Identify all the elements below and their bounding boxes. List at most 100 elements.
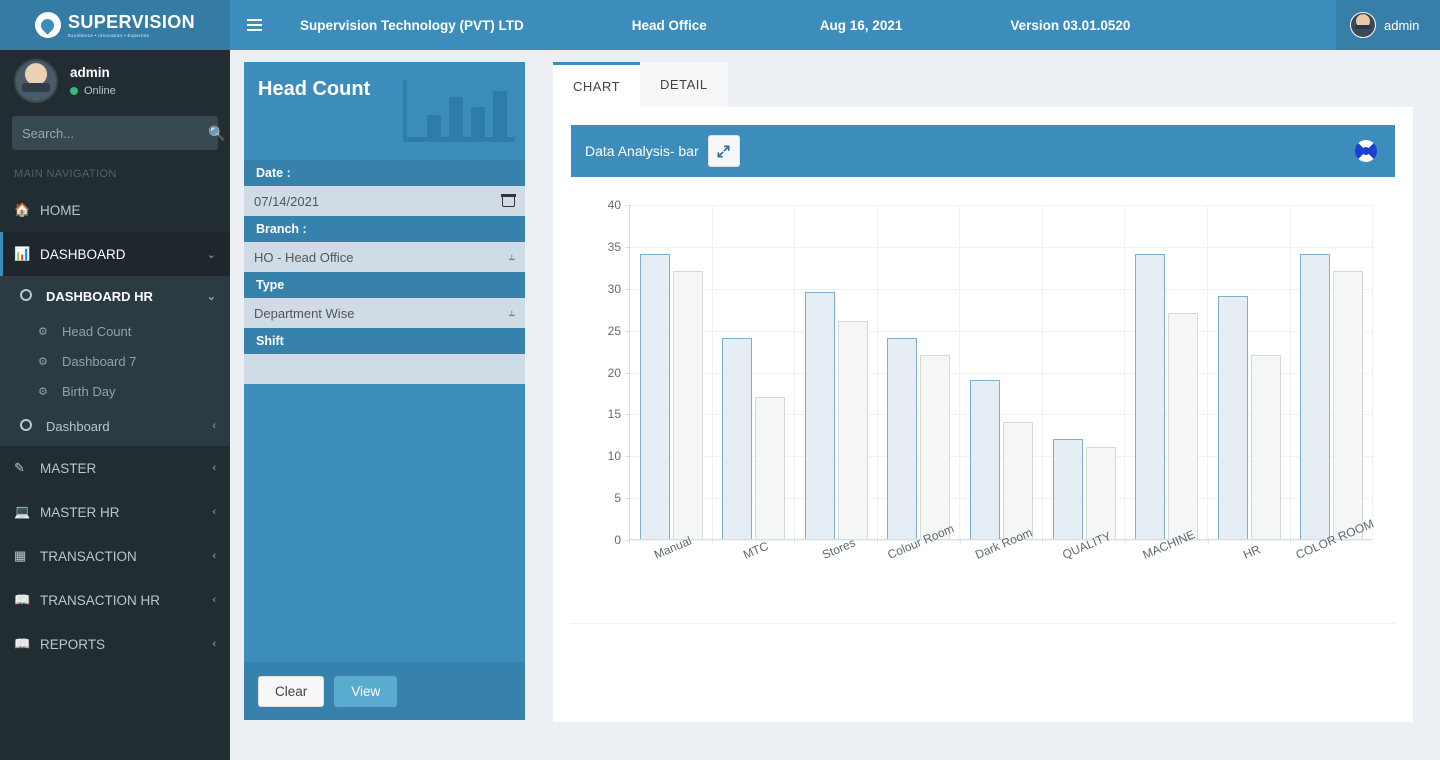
bar[interactable] <box>805 292 835 539</box>
x-tick-mark <box>960 538 961 543</box>
circle-icon <box>20 289 46 304</box>
sidebar-item-transaction-hr[interactable]: 📖 TRANSACTION HR ‹ <box>0 578 230 622</box>
x-tick-mark <box>712 538 713 543</box>
sidebar-item-dashboard-hr[interactable]: DASHBOARD HR ⌄ <box>0 276 230 316</box>
sidebar-item-transaction[interactable]: ▦ TRANSACTION ‹ <box>0 534 230 578</box>
header-branch: Head Office <box>632 18 707 33</box>
bar[interactable] <box>673 271 703 539</box>
book-icon: 📖 <box>14 592 40 608</box>
chevron-left-icon: ‹ <box>212 506 216 518</box>
shift-field[interactable] <box>244 354 525 384</box>
date-input[interactable] <box>254 194 515 209</box>
laptop-icon: 💻 <box>14 504 40 520</box>
bar[interactable] <box>1053 439 1083 540</box>
chevron-left-icon: ‹ <box>212 420 216 432</box>
sidebar-item-birth-day[interactable]: ⚙ Birth Day <box>0 376 230 406</box>
brand-logo[interactable]: SUPERVISION Excellence • Innovation • Ex… <box>0 0 230 50</box>
chart-header: Data Analysis- bar <box>571 125 1395 177</box>
x-axis-tick: Colour Room <box>877 543 960 613</box>
branch-select[interactable]: HO - Head Office ⥿ <box>244 242 525 272</box>
bar-group <box>1043 205 1126 539</box>
bar[interactable] <box>1218 296 1248 539</box>
bar[interactable] <box>838 321 868 539</box>
sidebar-item-dashboard[interactable]: 📊 DASHBOARD ⌄ <box>0 232 230 276</box>
table-icon: ▦ <box>14 548 40 564</box>
circle-icon <box>20 419 46 434</box>
sidebar-item-label: MASTER <box>40 461 212 476</box>
sidebar-item-dashboard-7[interactable]: ⚙ Dashboard 7 <box>0 346 230 376</box>
droplet-logo-icon <box>35 12 61 38</box>
life-ring-icon[interactable] <box>1355 140 1377 162</box>
x-axis-tick: Dark Room <box>960 543 1043 613</box>
branch-value: HO - Head Office <box>254 250 353 265</box>
bar[interactable] <box>1003 422 1033 539</box>
filter-panel: Head Count Date : Branch : HO - Head Off… <box>244 62 525 720</box>
header-version: Version 03.01.0520 <box>1010 18 1130 33</box>
book-icon: 📖 <box>14 636 40 652</box>
sidebar-user[interactable]: admin Online <box>0 50 230 112</box>
y-axis-tick-label: 5 <box>614 491 621 505</box>
brand-tagline: Excellence • Innovation • Expertise <box>68 33 195 38</box>
bar[interactable] <box>722 338 752 539</box>
x-axis-tick-label: HR <box>1241 542 1262 562</box>
top-header: SUPERVISION Excellence • Innovation • Ex… <box>0 0 1440 50</box>
bar-group <box>630 205 713 539</box>
user-menu[interactable]: admin <box>1336 0 1440 50</box>
sidebar-item-reports[interactable]: 📖 REPORTS ‹ <box>0 622 230 666</box>
search-icon[interactable]: 🔍 <box>208 125 225 142</box>
bar[interactable] <box>755 397 785 539</box>
x-tick-mark <box>877 538 878 543</box>
sidebar-item-label: Dashboard 7 <box>62 354 136 369</box>
edit-icon: ✎ <box>14 460 40 476</box>
sidebar-item-label: REPORTS <box>40 637 212 652</box>
bar[interactable] <box>1086 447 1116 539</box>
sidebar-item-label: Birth Day <box>62 384 115 399</box>
sidebar-search[interactable]: 🔍 <box>12 116 218 150</box>
calendar-icon[interactable] <box>502 195 515 207</box>
chevron-down-icon: ⥿ <box>509 307 515 320</box>
user-menu-label: admin <box>1384 18 1419 33</box>
sidebar-item-master[interactable]: ✎ MASTER ‹ <box>0 446 230 490</box>
sidebar-item-home[interactable]: 🏠 HOME <box>0 188 230 232</box>
sidebar: admin Online 🔍 MAIN NAVIGATION 🏠 HOME 📊 … <box>0 50 230 760</box>
y-axis-tick-label: 15 <box>608 407 621 421</box>
bar[interactable] <box>920 355 950 539</box>
bar[interactable] <box>1251 355 1281 539</box>
clear-button[interactable]: Clear <box>258 676 324 707</box>
date-field[interactable] <box>244 186 525 216</box>
brand-name: SUPERVISION <box>68 13 195 31</box>
bar[interactable] <box>970 380 1000 539</box>
chevron-down-icon: ⌄ <box>207 290 216 303</box>
bar-group <box>795 205 878 539</box>
sidebar-item-label: HOME <box>40 203 216 218</box>
sidebar-item-dashboard-sub[interactable]: Dashboard ‹ <box>0 406 230 446</box>
y-axis-tick-label: 30 <box>608 282 621 296</box>
bar[interactable] <box>1135 254 1165 539</box>
sidebar-item-head-count[interactable]: ⚙ Head Count <box>0 316 230 346</box>
tab-detail[interactable]: DETAIL <box>640 62 728 107</box>
content-area: CHART DETAIL Data Analysis- bar 05101520… <box>553 62 1413 722</box>
type-select[interactable]: Department Wise ⥿ <box>244 298 525 328</box>
bar[interactable] <box>640 254 670 539</box>
y-axis-tick-label: 10 <box>608 449 621 463</box>
bar-chart-icon <box>403 80 515 142</box>
bar[interactable] <box>1300 254 1330 539</box>
search-input[interactable] <box>12 126 208 141</box>
hamburger-icon[interactable] <box>230 0 278 50</box>
view-button[interactable]: View <box>334 676 397 707</box>
home-icon: 🏠 <box>14 202 40 218</box>
bar[interactable] <box>1333 271 1363 539</box>
bar-chart-icon: 📊 <box>14 246 40 262</box>
chart-plot-area: 0510152025303540 <box>629 205 1373 540</box>
x-axis-tick: MACHINE <box>1125 543 1208 613</box>
y-axis-tick-label: 25 <box>608 324 621 338</box>
y-axis-tick-label: 40 <box>608 198 621 212</box>
bar[interactable] <box>887 338 917 539</box>
expand-arrows-icon[interactable] <box>708 135 740 167</box>
tab-chart[interactable]: CHART <box>553 62 640 107</box>
x-tick-mark <box>1208 538 1209 543</box>
sidebar-item-master-hr[interactable]: 💻 MASTER HR ‹ <box>0 490 230 534</box>
sidebar-user-status: Online <box>70 85 116 97</box>
status-text: Online <box>84 85 116 97</box>
bar[interactable] <box>1168 313 1198 539</box>
